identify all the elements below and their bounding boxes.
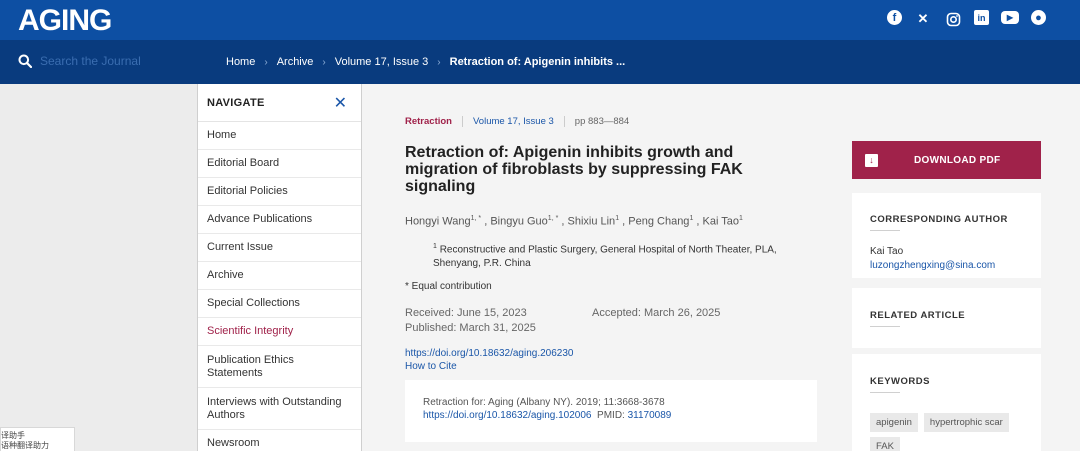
divider bbox=[870, 326, 900, 327]
left-blank-pane: 译助手 语种翻译助力 bbox=[0, 84, 197, 451]
translator-popup-title: 译助手 bbox=[1, 431, 25, 440]
search-input[interactable] bbox=[40, 54, 200, 68]
sidebar-item-current-issue[interactable]: Current Issue bbox=[198, 234, 361, 262]
author-sup: 1 bbox=[615, 215, 620, 222]
sidebar-item-editorial-board[interactable]: Editorial Board bbox=[198, 150, 361, 178]
page-range: pp 883—884 bbox=[574, 116, 630, 127]
sidebar-item-archive[interactable]: Archive bbox=[198, 262, 361, 290]
sidebar-item-publication-ethics[interactable]: Publication Ethics Statements bbox=[198, 346, 361, 388]
navigate-header: NAVIGATE ✕ bbox=[198, 84, 361, 122]
close-icon[interactable]: ✕ bbox=[334, 93, 347, 113]
author-name[interactable]: Shixiu Lin bbox=[567, 216, 615, 228]
instagram-icon[interactable] bbox=[944, 10, 962, 28]
affiliation: 1 Reconstructive and Plastic Surgery, Ge… bbox=[433, 240, 823, 271]
search-box bbox=[18, 54, 200, 69]
author-sup: 1, * bbox=[547, 215, 559, 222]
translator-popup[interactable]: 译助手 语种翻译助力 bbox=[0, 427, 75, 451]
pmid-link[interactable]: 31170089 bbox=[628, 410, 672, 421]
keyword-tag[interactable]: hypertrophic scar bbox=[923, 413, 1009, 432]
download-pdf-button[interactable]: ↓ DOWNLOAD PDF bbox=[852, 141, 1041, 179]
article-meta: Retraction Volume 17, Issue 3 pp 883—884 bbox=[405, 116, 629, 127]
page-title: Retraction of: Apigenin inhibits growth … bbox=[405, 144, 743, 195]
related-article-title: RELATED ARTICLE bbox=[870, 310, 966, 321]
author-name[interactable]: Hongyi Wang bbox=[405, 216, 471, 228]
author-sup: 1 bbox=[689, 215, 694, 222]
article-dates: Received: June 15, 2023 Published: March… bbox=[405, 306, 720, 336]
corresponding-author-email[interactable]: luzongzhengxing@sina.com bbox=[870, 260, 1023, 271]
author-name[interactable]: Peng Chang bbox=[628, 216, 689, 228]
retraction-doi-link[interactable]: https://doi.org/10.18632/aging.102006 bbox=[423, 410, 591, 421]
chevron-right-icon: › bbox=[322, 56, 326, 68]
translator-popup-subtitle: 语种翻译助力 bbox=[1, 441, 49, 450]
retraction-notice: Retraction for: Aging (Albany NY). 2019;… bbox=[405, 380, 817, 442]
facebook-icon[interactable]: f bbox=[887, 10, 902, 25]
aging-logo[interactable]: AGING bbox=[18, 6, 112, 36]
site-header: AGING f ✕ in ▶ ● bbox=[0, 0, 1080, 40]
sidebar-item-special-collections[interactable]: Special Collections bbox=[198, 290, 361, 318]
social-links: f ✕ in ▶ ● bbox=[887, 10, 1046, 28]
sidebar-item-scientific-integrity[interactable]: Scientific Integrity bbox=[198, 318, 361, 346]
doi-block: https://doi.org/10.18632/aging.206230 Ho… bbox=[405, 347, 573, 373]
keywords-card: KEYWORDS apigenin hypertrophic scar FAK bbox=[852, 354, 1041, 451]
article-type: Retraction bbox=[405, 116, 452, 127]
corresponding-author-title: CORRESPONDING AUTHOR bbox=[870, 214, 1008, 225]
author-sup: 1 bbox=[739, 215, 743, 222]
navigate-list: Home Editorial Board Editorial Policies … bbox=[198, 122, 361, 451]
download-pdf-label: DOWNLOAD PDF bbox=[914, 154, 1001, 166]
x-icon[interactable]: ✕ bbox=[914, 10, 932, 28]
divider bbox=[563, 116, 565, 127]
author-list: Hongyi Wang1, * , Bingyu Guo1, * , Shixi… bbox=[405, 215, 743, 228]
breadcrumb-current: Retraction of: Apigenin inhibits ... bbox=[449, 56, 626, 68]
breadcrumb-home[interactable]: Home bbox=[226, 56, 255, 68]
published-date: Published: March 31, 2025 bbox=[405, 322, 536, 334]
divider bbox=[461, 116, 463, 127]
corresponding-author-card: CORRESPONDING AUTHOR Kai Tao luzongzheng… bbox=[852, 193, 1041, 278]
received-date: Received: June 15, 2023 bbox=[405, 307, 527, 319]
sidebar-item-interviews[interactable]: Interviews with Outstanding Authors bbox=[198, 388, 361, 430]
chevron-right-icon: › bbox=[437, 56, 441, 68]
divider bbox=[870, 230, 900, 231]
linkedin-icon[interactable]: in bbox=[974, 10, 989, 25]
doi-link[interactable]: https://doi.org/10.18632/aging.206230 bbox=[405, 347, 573, 360]
navigate-title: NAVIGATE bbox=[207, 96, 265, 109]
breadcrumb-volume[interactable]: Volume 17, Issue 3 bbox=[335, 56, 429, 68]
affiliation-sup: 1 bbox=[433, 243, 437, 250]
accepted-date: Accepted: March 26, 2025 bbox=[592, 307, 721, 319]
divider bbox=[870, 392, 900, 393]
download-icon: ↓ bbox=[865, 153, 878, 167]
reddit-icon[interactable]: ● bbox=[1031, 10, 1046, 25]
corresponding-author-name: Kai Tao bbox=[870, 246, 904, 257]
article-main: Retraction Volume 17, Issue 3 pp 883—884… bbox=[362, 84, 1080, 451]
keywords-title: KEYWORDS bbox=[870, 376, 930, 387]
nav-bar: Home › Archive › Volume 17, Issue 3 › Re… bbox=[0, 40, 1080, 84]
sidebar-item-advance-publications[interactable]: Advance Publications bbox=[198, 206, 361, 234]
pmid-label: PMID: bbox=[597, 410, 625, 421]
how-to-cite-link[interactable]: How to Cite bbox=[405, 360, 573, 373]
youtube-icon[interactable]: ▶ bbox=[1001, 11, 1019, 24]
keyword-tag[interactable]: apigenin bbox=[870, 413, 918, 432]
search-icon[interactable] bbox=[18, 54, 33, 69]
keyword-tag[interactable]: FAK bbox=[870, 437, 900, 451]
related-article-card: RELATED ARTICLE bbox=[852, 288, 1041, 348]
retraction-for-text: Retraction for: Aging (Albany NY). 2019;… bbox=[423, 397, 665, 408]
author-name[interactable]: Bingyu Guo bbox=[490, 216, 547, 228]
sidebar-item-editorial-policies[interactable]: Editorial Policies bbox=[198, 178, 361, 206]
affiliation-text: Reconstructive and Plastic Surgery, Gene… bbox=[433, 244, 777, 270]
keyword-tags: apigenin hypertrophic scar FAK bbox=[870, 413, 1023, 451]
breadcrumb: Home › Archive › Volume 17, Issue 3 › Re… bbox=[226, 56, 625, 68]
chevron-right-icon: › bbox=[264, 56, 268, 68]
author-sup: 1, * bbox=[470, 215, 482, 222]
equal-contribution-note: * Equal contribution bbox=[405, 281, 492, 292]
sidebar-item-home[interactable]: Home bbox=[198, 122, 361, 150]
author-name[interactable]: Kai Tao bbox=[703, 216, 740, 228]
breadcrumb-archive[interactable]: Archive bbox=[277, 56, 314, 68]
navigate-panel: NAVIGATE ✕ Home Editorial Board Editoria… bbox=[197, 84, 362, 451]
sidebar-item-newsroom[interactable]: Newsroom bbox=[198, 430, 361, 451]
volume-link[interactable]: Volume 17, Issue 3 bbox=[473, 116, 554, 127]
